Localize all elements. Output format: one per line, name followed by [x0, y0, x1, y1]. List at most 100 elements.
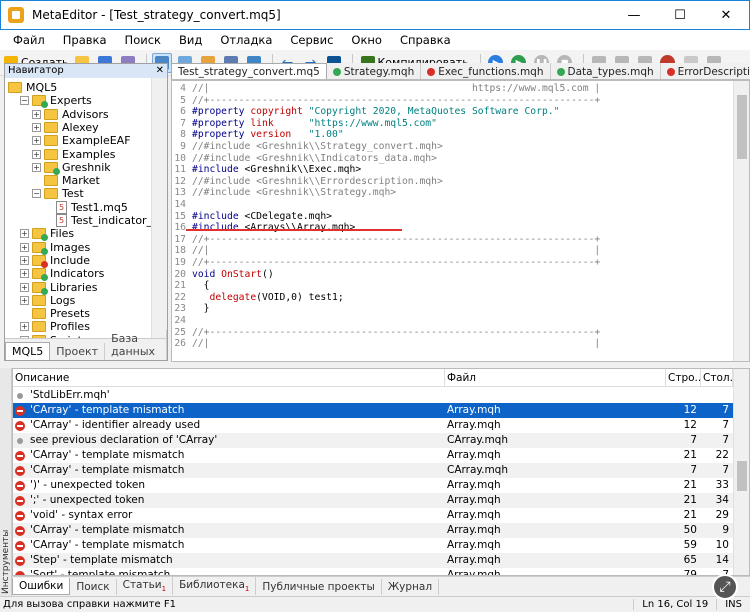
red-underline-annotation [186, 229, 402, 231]
code-token: "https://www.mql5.com" [308, 117, 437, 129]
menu-search[interactable]: Поиск [116, 33, 170, 47]
error-file: Array.mqh [447, 449, 501, 461]
expand-icon[interactable]: + [32, 109, 41, 119]
tree-item[interactable]: − Test [32, 187, 84, 200]
error-row[interactable]: ')' - unexpected token Array.mqh 21 33 [13, 478, 733, 493]
editor-tab[interactable]: Data_types.mqh [551, 63, 661, 79]
error-row[interactable]: ';' - unexpected token Array.mqh 21 34 [13, 493, 733, 508]
error-row[interactable]: 'void' - syntax error Array.mqh 21 29 [13, 508, 733, 523]
error-row[interactable]: 'CArray' - template mismatch CArray.mqh 7 7 [13, 463, 733, 478]
tree-item[interactable]: + Libraries [20, 281, 98, 295]
expand-icon[interactable]: + [20, 322, 29, 332]
menu-window[interactable]: Окно [342, 33, 391, 47]
tree-item[interactable]: + Greshnik [32, 161, 111, 175]
toolbox-tab[interactable]: Библиотека1 [173, 576, 257, 595]
expand-icon[interactable]: + [32, 136, 41, 146]
tree-item[interactable]: + Profiles [20, 320, 90, 333]
expand-icon[interactable]: + [32, 122, 41, 132]
expand-icon[interactable]: + [32, 149, 41, 159]
error-row[interactable]: 'CArray' - template mismatch Array.mqh 21 2… [13, 448, 733, 463]
tree-item-label: Profiles [50, 320, 90, 334]
menu-file[interactable]: Файл [4, 33, 54, 47]
error-row[interactable]: 'CArray' - template mismatch Array.mqh 12 7 [13, 403, 733, 418]
column-col[interactable]: Стол... [701, 369, 733, 387]
error-icon [15, 510, 25, 521]
tree-item[interactable]: + Examples [32, 148, 115, 161]
error-row[interactable]: see previous declaration of 'CArray' CArr… [13, 433, 733, 448]
toolbox-tab[interactable]: Журнал [382, 579, 440, 595]
errors-scroll-thumb[interactable] [737, 461, 747, 491]
error-description: ';' - unexpected token [30, 494, 145, 506]
column-file[interactable]: Файл [445, 369, 666, 387]
tree-item[interactable]: + Logs [20, 294, 75, 307]
menu-debug[interactable]: Отладка [211, 33, 281, 47]
menu-tools[interactable]: Сервис [281, 33, 342, 47]
toolbox-tab[interactable]: Ошибки [12, 578, 71, 595]
toolbox-tab[interactable]: Поиск [70, 579, 117, 595]
editor-tab[interactable]: Test_strategy_convert.mq5 [171, 63, 327, 79]
toolbox-tab-label: Публичные проекты [262, 581, 375, 593]
errors-scrollbar[interactable] [733, 369, 749, 575]
tree-item[interactable]: 5Test_indicator_data.m [44, 214, 167, 227]
error-row[interactable]: 'StdLibErr.mqh' [13, 388, 733, 403]
tree-item[interactable]: + ExampleEAF [32, 134, 131, 147]
navigator-scrollbar[interactable] [151, 78, 167, 340]
tree-item[interactable]: + Include [20, 254, 90, 268]
editor-tab[interactable]: Strategy.mqh [327, 63, 422, 79]
expand-icon[interactable]: + [20, 242, 29, 252]
error-description: 'CArray' - template mismatch [30, 464, 185, 476]
tree-item[interactable]: Market [32, 174, 100, 187]
toolbox-tab[interactable]: Публичные проекты [256, 579, 382, 595]
expand-icon[interactable]: + [32, 162, 41, 172]
minimize-button[interactable]: — [611, 1, 657, 29]
error-row[interactable]: 'Sort' - template mismatch Array.mqh 79 7 [13, 568, 733, 575]
column-description[interactable]: Описание [13, 369, 445, 387]
line-number: 17 [174, 233, 186, 245]
maximize-button[interactable]: ☐ [657, 1, 703, 29]
toolbox-label: Инструменты [1, 529, 11, 594]
error-col [701, 388, 733, 403]
expand-icon[interactable]: + [20, 255, 29, 265]
tab-mql5[interactable]: MQL5 [5, 342, 51, 360]
code-editor[interactable]: 4 //| https://www.mql5.com | 5 //+---------… [171, 80, 750, 362]
zoom-expand-icon[interactable]: ⤢ [712, 574, 738, 600]
expand-icon[interactable]: + [20, 282, 29, 292]
expand-icon[interactable]: + [20, 295, 29, 305]
collapse-icon[interactable]: − [20, 96, 29, 106]
error-file: Array.mqh [447, 479, 501, 491]
error-file [445, 388, 666, 403]
error-row[interactable]: 'CArray' - identifier already used Array.… [13, 418, 733, 433]
tree-item[interactable]: + Files [20, 227, 74, 242]
tab-database[interactable]: База данных [105, 330, 167, 360]
code-token: <Greshnik\\Exec.mqh> [244, 164, 362, 176]
editor-tab[interactable]: Exec_functions.mqh [421, 63, 551, 79]
close-button[interactable]: ✕ [703, 1, 749, 29]
menu-view[interactable]: Вид [170, 33, 211, 47]
tab-project[interactable]: Проект [50, 343, 106, 360]
error-row[interactable]: 'CArray' - template mismatch Array.mqh 59 1… [13, 538, 733, 553]
editor-scroll-thumb[interactable] [737, 95, 747, 159]
code-line: 21 { [172, 280, 732, 292]
code-token: //#include <Greshnik\\Strategy.mqh> [192, 187, 397, 199]
tree-item[interactable]: + Indicators [20, 267, 104, 282]
error-description: 'CArray' - template mismatch [30, 524, 185, 536]
tree-item[interactable]: MQL5 [8, 81, 57, 94]
error-row[interactable]: 'CArray' - template mismatch Array.mqh 50 9 [13, 523, 733, 538]
expand-icon[interactable]: + [20, 229, 29, 239]
collapse-icon[interactable]: − [32, 189, 41, 199]
menu-help[interactable]: Справка [391, 33, 460, 47]
editor-scrollbar[interactable] [733, 81, 749, 361]
tree-item[interactable]: − Experts [20, 94, 92, 109]
tree-item[interactable]: 5 Test1.mq5 [44, 200, 128, 214]
tree-item[interactable]: + Alexey [32, 121, 99, 134]
menu-edit[interactable]: Правка [54, 33, 116, 47]
error-row[interactable]: 'Step' - template mismatch Array.mqh 65 14 [13, 553, 733, 568]
expand-icon[interactable]: + [20, 269, 29, 279]
tree-item[interactable]: Presets [20, 307, 90, 320]
tree-item[interactable]: + Images [20, 241, 90, 255]
toolbox-tab[interactable]: Статьи1 [117, 576, 174, 595]
column-line[interactable]: Стро... [666, 369, 701, 387]
tree-item[interactable]: + Advisors [32, 108, 109, 121]
close-icon[interactable]: ✕ [156, 64, 164, 78]
editor-tab[interactable]: ErrorDescription.mqh [661, 63, 750, 79]
